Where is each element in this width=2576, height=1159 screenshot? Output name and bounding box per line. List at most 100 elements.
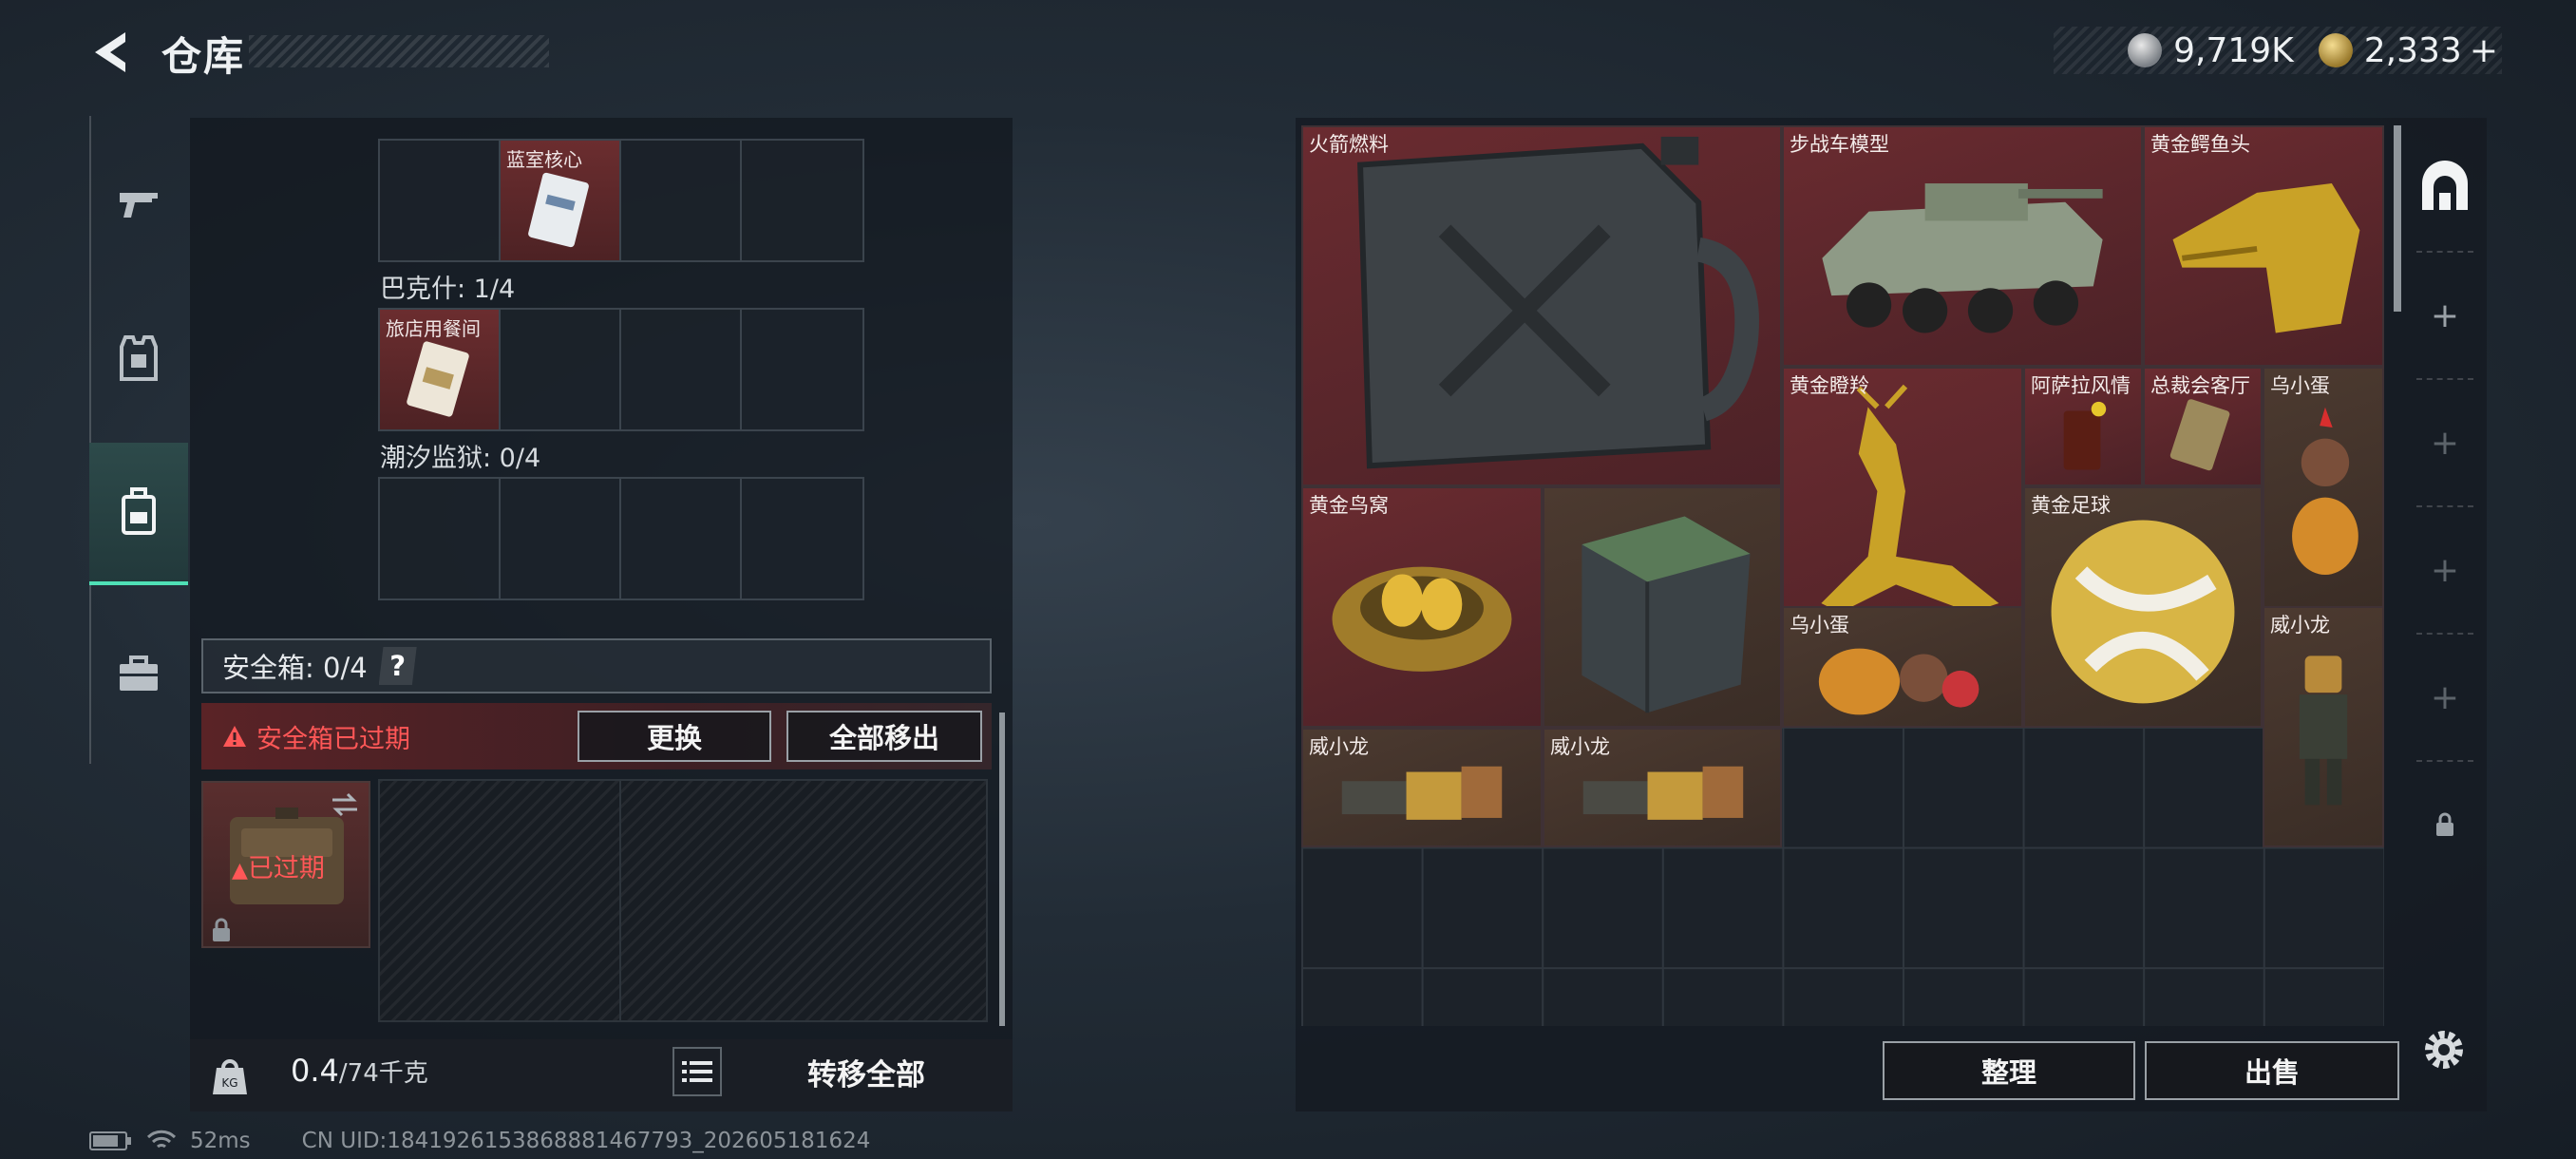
stash-scrollbar[interactable] <box>2394 125 2401 312</box>
swap-icon[interactable] <box>329 790 361 819</box>
weight-max: /74千克 <box>338 1059 428 1088</box>
safe-box-bar: 安全箱: 0/4 ? <box>201 638 992 694</box>
item-name: 黄金鳄鱼头 <box>2150 133 2250 156</box>
settings-button[interactable] <box>2418 1024 2470 1075</box>
stash-item-golden-football[interactable]: 黄金足球 <box>2023 486 2263 728</box>
item-name: 阿萨拉风情 <box>2031 374 2131 397</box>
stash-item-asala-drink[interactable]: 阿萨拉风情 <box>2023 367 2143 486</box>
svg-text:KG: KG <box>221 1076 237 1090</box>
stash-page-main[interactable] <box>2416 124 2473 251</box>
lock-icon <box>2436 812 2453 836</box>
key-slot-item[interactable]: 旅店用餐间 <box>380 310 501 429</box>
back-arrow-icon <box>95 32 125 72</box>
stash-icon <box>2422 161 2468 210</box>
weight-readout: 0.4/74千克 <box>291 1053 428 1089</box>
tab-weapons[interactable] <box>89 133 188 276</box>
sell-button[interactable]: 出售 <box>2145 1041 2399 1100</box>
safe-box-expired-text: 安全箱已过期 <box>256 724 410 754</box>
figure-icon <box>2299 656 2348 806</box>
section-label-bakshi: 巴克什: 1/4 <box>380 275 516 304</box>
key-slot[interactable] <box>621 479 742 598</box>
keycard-icon <box>407 341 469 417</box>
stash-item-executive-lounge-card[interactable]: 总裁会客厅 <box>2143 367 2263 486</box>
backpack-icon <box>122 487 156 535</box>
panel-scrollbar[interactable] <box>999 712 1005 1026</box>
armor-icon <box>120 335 158 381</box>
key-slot[interactable] <box>501 310 621 429</box>
title-decoration <box>249 35 549 67</box>
stash-grid[interactable]: 火箭燃料 步战车模型 黄金鳄鱼头 黄金瞪羚 阿萨拉风情 总裁会客厅 乌小蛋 黄金… <box>1301 125 2384 1026</box>
golden-nest-icon <box>1332 566 1512 672</box>
add-stash-page-button[interactable]: + <box>2416 378 2473 505</box>
stash-item-ifv-model[interactable]: 步战车模型 <box>1782 125 2143 367</box>
item-name: 威小龙 <box>1309 735 1369 758</box>
weight-icon: KG <box>213 1059 247 1094</box>
egg-figure-icon <box>2292 407 2358 576</box>
crate-icon <box>1582 516 1751 713</box>
tab-backpack[interactable] <box>89 443 188 585</box>
add-stash-page-button[interactable]: + <box>2416 633 2473 760</box>
item-name: 蓝室核心 <box>506 148 582 171</box>
case-expired-label: ▲已过期 <box>232 847 325 884</box>
stash-page-rail: + + + + <box>2403 124 2487 1026</box>
golden-croc-icon <box>2172 183 2360 333</box>
silver-currency-value: 9,719K <box>2173 30 2294 70</box>
weight-value: 0.4 <box>291 1053 339 1089</box>
stash-item-dragon-figure[interactable]: 威小龙 <box>1543 728 1782 847</box>
page-title: 仓库 <box>161 33 246 80</box>
currency-bar: 9,719K 2,333 + <box>2054 27 2502 74</box>
key-slot[interactable] <box>742 141 862 260</box>
add-currency-button[interactable]: + <box>2470 31 2498 70</box>
ping-text: 52ms <box>190 1129 251 1153</box>
tab-cases[interactable] <box>89 602 188 745</box>
item-name: 旅店用餐间 <box>386 317 481 340</box>
warning-icon: ▲ <box>232 859 248 883</box>
briefcase-icon <box>120 656 158 691</box>
stash-item-dragon-figure[interactable]: 威小龙 <box>1301 728 1543 847</box>
key-slot[interactable] <box>621 310 742 429</box>
stash-item-golden-croc-head[interactable]: 黄金鳄鱼头 <box>2143 125 2384 367</box>
case-expired-text: 已过期 <box>247 854 325 884</box>
tab-armor[interactable] <box>89 287 188 429</box>
key-slot[interactable] <box>380 141 501 260</box>
key-slot-row: 旅店用餐间 <box>378 308 864 431</box>
stash-item-supply-crate[interactable] <box>1543 486 1782 728</box>
add-stash-page-button[interactable]: + <box>2416 505 2473 633</box>
safe-box-slot[interactable] <box>380 781 621 1022</box>
gold-currency-value: 2,333 <box>2363 30 2462 70</box>
item-name: 威小龙 <box>2270 614 2330 636</box>
item-name: 黄金瞪羚 <box>1790 374 1869 397</box>
key-slot-item[interactable]: 蓝室核心 <box>501 141 621 260</box>
move-all-out-button[interactable]: 全部移出 <box>786 711 982 762</box>
key-slot[interactable] <box>742 310 862 429</box>
key-slot[interactable] <box>621 141 742 260</box>
sort-button[interactable]: 整理 <box>1883 1041 2135 1100</box>
replace-button[interactable]: 更换 <box>578 711 771 762</box>
add-stash-page-button[interactable]: + <box>2416 251 2473 378</box>
list-view-button[interactable] <box>672 1047 722 1096</box>
stash-item-dragon-figure[interactable]: 威小龙 <box>2263 606 2384 847</box>
golden-football-icon <box>2051 520 2235 704</box>
section-label-tide-prison: 潮汐监狱: 0/4 <box>380 444 541 473</box>
stash-item-egg-figure[interactable]: 乌小蛋 <box>2263 367 2384 608</box>
item-name: 乌小蛋 <box>1790 614 1849 636</box>
item-name: 总裁会客厅 <box>2150 374 2250 397</box>
key-slot[interactable] <box>742 479 862 598</box>
stash-item-golden-nest[interactable]: 黄金鸟窝 <box>1301 486 1543 728</box>
stash-item-egg-figure[interactable]: 乌小蛋 <box>1782 606 2023 728</box>
help-button[interactable]: ? <box>378 647 417 685</box>
locked-stash-page[interactable] <box>2416 760 2473 887</box>
gold-coin-icon <box>2318 33 2353 67</box>
stash-item-rocket-fuel[interactable]: 火箭燃料 <box>1301 125 1782 486</box>
item-name: 乌小蛋 <box>2270 374 2330 397</box>
safe-case-item[interactable]: ▲已过期 <box>201 781 370 948</box>
key-slot-row <box>378 477 864 600</box>
safe-box-grid[interactable] <box>378 779 988 1022</box>
key-slot[interactable] <box>380 479 501 598</box>
safe-box-label: 安全箱: 0/4 <box>222 652 368 684</box>
item-name: 黄金鸟窝 <box>1309 494 1389 517</box>
uid-text: CN UID:1841926153868881467793_2026051816… <box>301 1129 871 1153</box>
key-slot[interactable] <box>501 479 621 598</box>
transfer-all-button[interactable]: 转移全部 <box>737 1041 995 1102</box>
back-button[interactable] <box>87 28 135 76</box>
